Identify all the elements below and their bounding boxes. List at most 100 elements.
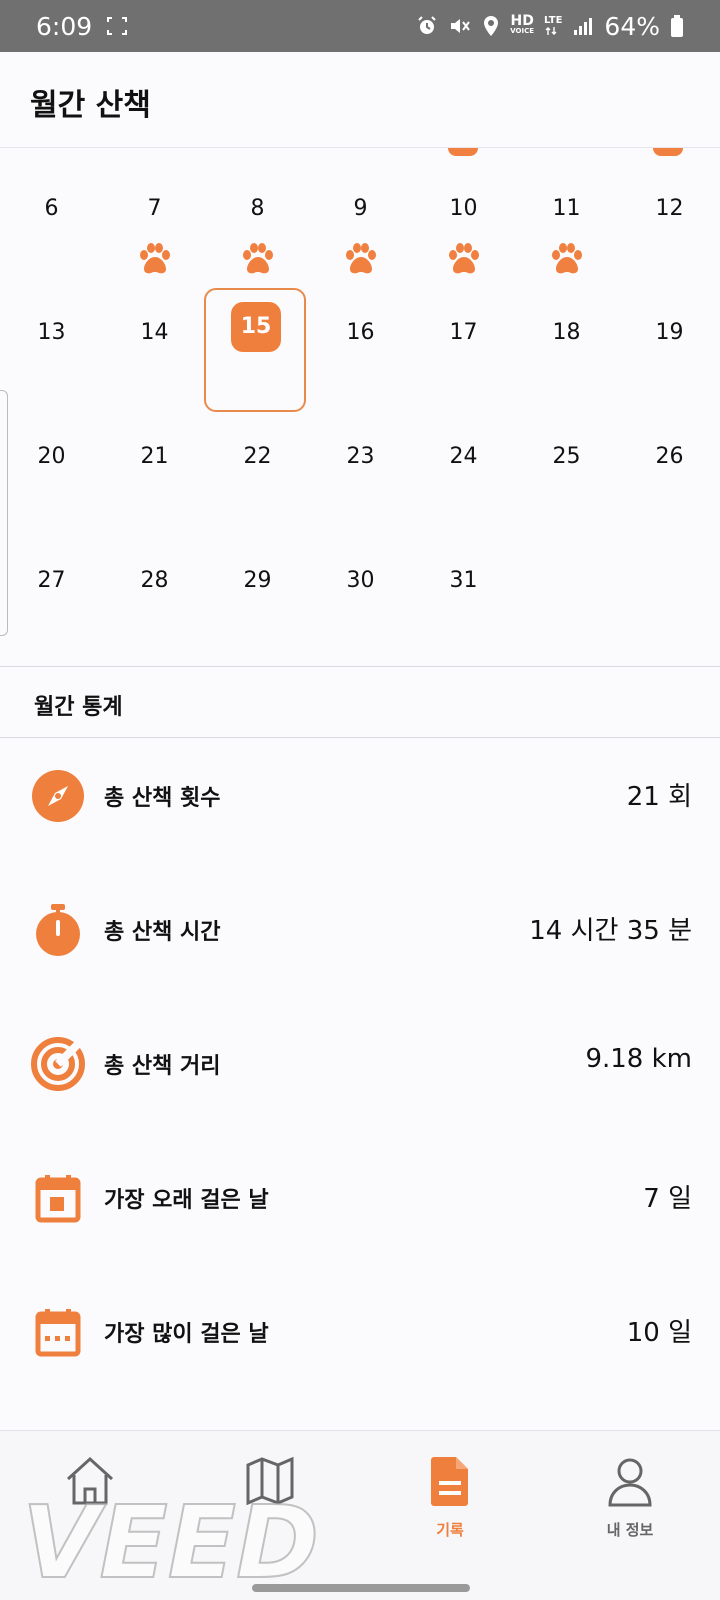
calendar-day-cell[interactable]: 10: [412, 160, 515, 284]
calendar-day-number: 20: [37, 444, 66, 469]
compass-icon: [32, 770, 84, 822]
stat-row-total-distance: 총 산책 거리 9.18 km: [0, 1018, 720, 1108]
calendar-day-number: 19: [655, 320, 684, 345]
veed-watermark-logo: VEED: [22, 1495, 320, 1585]
paw-icon: [551, 243, 582, 274]
calendar-day-number: 16: [346, 320, 375, 345]
home-indicator[interactable]: [252, 1584, 470, 1592]
calendar-day-cell[interactable]: 20: [0, 408, 103, 532]
stopwatch-icon: [36, 904, 80, 956]
calendar-day-cell[interactable]: 22: [206, 408, 309, 532]
calendar-day-number: 26: [655, 444, 684, 469]
user-icon: [608, 1458, 652, 1507]
paw-icon-peek: [448, 148, 478, 156]
calendar-day-cell[interactable]: 19: [618, 284, 720, 408]
paw-icon-peek: [653, 148, 683, 156]
calendar-day-icon: [35, 1175, 81, 1223]
calendar-day-cell[interactable]: 18: [515, 284, 618, 408]
lte-indicator: LTE: [544, 16, 562, 36]
calendar-day-number: 30: [346, 568, 375, 593]
calendar-day-number: 13: [37, 320, 66, 345]
hd-voice-indicator: HD VOICE: [510, 13, 535, 35]
status-bar: 6:09 HD VOICE LTE 64%: [0, 0, 720, 52]
calendar-day-cell[interactable]: 21: [103, 408, 206, 532]
battery-icon: [671, 15, 683, 37]
nav-item-my-info[interactable]: 내 정보: [570, 1451, 690, 1571]
paw-icon: [139, 243, 170, 274]
calendar-day-number: 6: [44, 196, 59, 221]
vibrate-mute-icon: [451, 19, 471, 33]
stat-value: 10 일: [626, 1318, 692, 1348]
calendar-day-cell[interactable]: 23: [309, 408, 412, 532]
calendar-day-number: 8: [250, 196, 265, 221]
stat-label: 가장 많이 걸은 날: [104, 1322, 269, 1347]
app-header: 월간 산책: [0, 52, 720, 148]
paw-icon: [242, 243, 273, 274]
signal-icon: [574, 18, 593, 35]
calendar-day-cell[interactable]: 28: [103, 532, 206, 656]
calendar-day-cell[interactable]: 29: [206, 532, 309, 656]
calendar-day-cell[interactable]: 30: [309, 532, 412, 656]
stats-title: 월간 통계: [34, 695, 123, 720]
calendar-day-number: 23: [346, 444, 375, 469]
calendar-day-cell[interactable]: 8: [206, 160, 309, 284]
stat-label: 총 산책 시간: [104, 920, 221, 945]
stat-value: 14 시간 35 분: [529, 916, 692, 946]
calendar-day-cell[interactable]: 13: [0, 284, 103, 408]
watermark-text: VEED: [22, 1495, 319, 1585]
calendar-day-number: 29: [243, 568, 272, 593]
calendar-day-cell[interactable]: 31: [412, 532, 515, 656]
status-time: 6:09: [36, 11, 93, 41]
stat-row-longest-day: 가장 오래 걸은 날 7 일: [0, 1152, 720, 1242]
calendar-day-number: 14: [140, 320, 169, 345]
battery-percent: 64%: [604, 11, 660, 41]
document-icon: [431, 1457, 468, 1506]
nav-item-records[interactable]: 기록: [390, 1451, 510, 1571]
calendar-day-number: 10: [449, 196, 478, 221]
calendar-day-number: 24: [449, 444, 478, 469]
calendar-day-cell[interactable]: 17: [412, 284, 515, 408]
calendar-day-number: 12: [655, 196, 684, 221]
screen-record-icon: [107, 17, 128, 35]
calendar-day-number: 25: [552, 444, 581, 469]
calendar-day-number: 22: [243, 444, 272, 469]
calendar-dots-icon: [35, 1309, 81, 1357]
stat-label: 총 산책 거리: [104, 1054, 221, 1079]
calendar-day-number: 18: [552, 320, 581, 345]
calendar-day-number: 9: [353, 196, 368, 221]
calendar-day-cell[interactable]: 24: [412, 408, 515, 532]
calendar-day-cell[interactable]: 14: [103, 284, 206, 408]
calendar-day-number: 21: [140, 444, 169, 469]
calendar-day-cell[interactable]: 11: [515, 160, 618, 284]
stat-row-most-day: 가장 많이 걸은 날 10 일: [0, 1286, 720, 1376]
stat-label: 총 산책 횟수: [104, 786, 221, 811]
calendar-day-cell[interactable]: 9: [309, 160, 412, 284]
paw-icon: [345, 243, 376, 274]
location-icon: [484, 16, 499, 36]
calendar-day-cell[interactable]: 12: [618, 160, 720, 284]
calendar-day-cell[interactable]: 27: [0, 532, 103, 656]
calendar-day-cell[interactable]: 25: [515, 408, 618, 532]
stat-row-total-time: 총 산책 시간 14 시간 35 분: [0, 884, 720, 974]
calendar-day-number: 28: [140, 568, 169, 593]
stats-header: 월간 통계: [0, 666, 720, 738]
stat-row-total-count: 총 산책 횟수 21 회: [0, 750, 720, 840]
calendar-day-cell[interactable]: 7: [103, 160, 206, 284]
paw-icon: [448, 243, 479, 274]
calendar-day-cell[interactable]: 16: [309, 284, 412, 408]
calendar-day-cell[interactable]: 6: [0, 160, 103, 284]
stat-value: 9.18 km: [585, 1044, 692, 1074]
page-title: 월간 산책: [30, 88, 151, 123]
calendar-selected-day[interactable]: 15: [204, 288, 306, 412]
stat-label: 가장 오래 걸은 날: [104, 1188, 269, 1213]
alarm-icon: [418, 16, 436, 34]
calendar-day-number: 17: [449, 320, 478, 345]
nav-label: 내 정보: [606, 1521, 654, 1539]
selected-day-number: 15: [231, 302, 281, 352]
calendar-day-number: 27: [37, 568, 66, 593]
calendar-day-cell[interactable]: 26: [618, 408, 720, 532]
calendar-day-number: 11: [552, 196, 581, 221]
stat-value: 7 일: [643, 1184, 692, 1214]
data-arrows-icon: [545, 27, 557, 35]
calendar-grid: 6 7 8 9 10 11 12 13 14 16 17 18 19 20 21 22 23 24 25 26 27 28…: [0, 160, 720, 660]
